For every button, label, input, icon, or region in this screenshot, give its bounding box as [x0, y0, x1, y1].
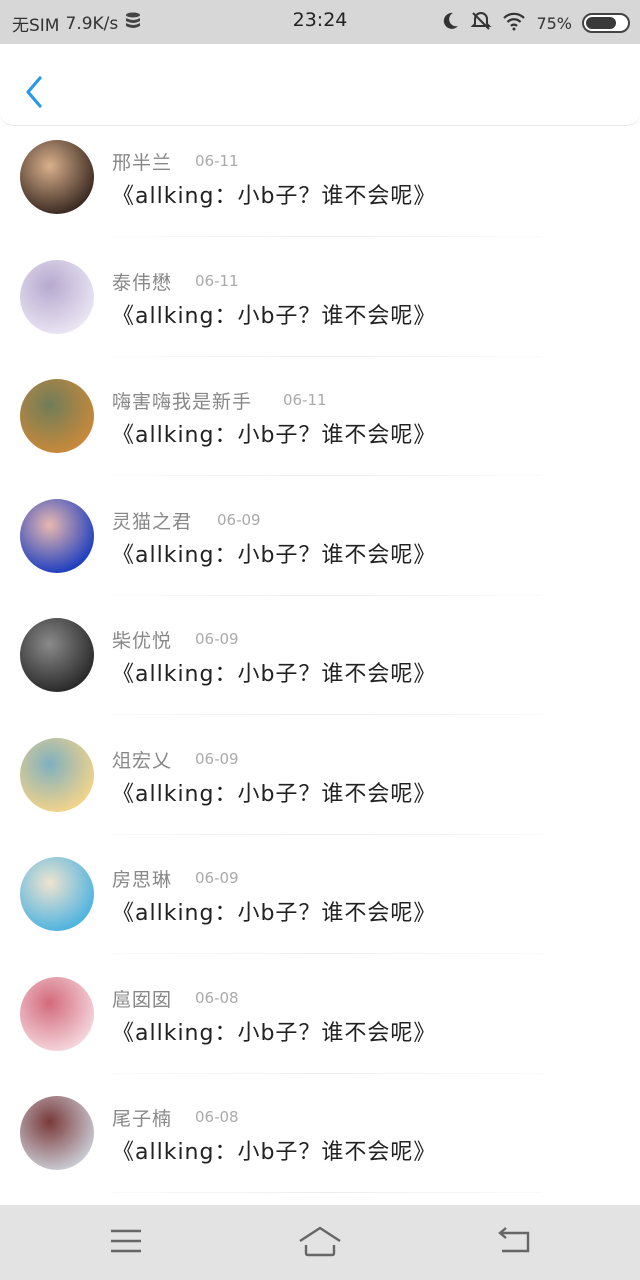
- message-list: 邢半兰 06-11 《allking：小b子？谁不会呢》 泰伟懋 06-11 《allki…: [0, 126, 640, 1204]
- divider: [112, 236, 542, 237]
- message-item[interactable]: 嗨害嗨我是新手 06-11 《allking：小b子？谁不会呢》: [0, 365, 640, 485]
- divider: [112, 714, 542, 715]
- message-text: 《allking：小b子？谁不会呢》: [112, 662, 437, 687]
- message-item[interactable]: 房思琳 06-09 《allking：小b子？谁不会呢》: [0, 843, 640, 963]
- message-text: 《allking：小b子？谁不会呢》: [112, 901, 437, 926]
- avatar[interactable]: [20, 498, 94, 573]
- menu-key[interactable]: [103, 1221, 149, 1261]
- divider: [112, 355, 542, 357]
- message-date: 06-11: [195, 271, 239, 290]
- avatar[interactable]: [20, 140, 94, 214]
- battery-percent: 75%: [536, 13, 572, 33]
- back-key[interactable]: [492, 1221, 538, 1261]
- message-item[interactable]: 灵猫之君 06-09 《allking：小b子？谁不会呢》: [0, 485, 640, 605]
- status-bar: 无SIM 7.9K/s 23:24 75%: [0, 0, 640, 44]
- divider: [112, 833, 542, 835]
- message-date: 06-09: [217, 510, 261, 529]
- message-date: 06-08: [195, 1108, 239, 1126]
- divider: [112, 953, 542, 954]
- sender-name: 扈囡囡: [112, 988, 173, 1011]
- message-item[interactable]: 俎宏乂 06-09 《allking：小b子？谁不会呢》: [0, 724, 640, 844]
- status-right: 75%: [440, 10, 630, 36]
- message-item[interactable]: 尾子楠 06-08 《allking：小b子？谁不会呢》: [0, 1082, 640, 1202]
- message-text: 《allking：小b子？谁不会呢》: [112, 542, 437, 568]
- message-item[interactable]: 扈囡囡 06-08 《allking：小b子？谁不会呢》: [0, 963, 640, 1083]
- divider: [112, 594, 542, 596]
- sender-name: 房思琳: [112, 869, 173, 891]
- message-text: 《allking：小b子？谁不会呢》: [112, 1020, 437, 1046]
- message-text: 《allking：小b子？谁不会呢》: [112, 303, 437, 329]
- sender-name: 嗨害嗨我是新手: [112, 391, 253, 413]
- divider: [112, 1072, 542, 1074]
- divider: [112, 1192, 542, 1193]
- sender-name: 邢半兰: [112, 152, 173, 174]
- message-item[interactable]: 柴优悦 06-09 《allking：小b子？谁不会呢》: [0, 604, 640, 724]
- home-icon: [299, 1226, 341, 1257]
- avatar[interactable]: [20, 737, 94, 812]
- divider: [112, 475, 542, 476]
- return-icon: [498, 1227, 530, 1253]
- avatar[interactable]: [20, 259, 94, 334]
- battery-fill: [586, 17, 616, 29]
- message-date: 06-11: [195, 152, 239, 170]
- home-key[interactable]: [296, 1221, 344, 1261]
- sender-name: 尾子楠: [112, 1108, 173, 1130]
- message-text: 《allking：小b子？谁不会呢》: [112, 423, 437, 448]
- message-item[interactable]: 邢半兰 06-11 《allking：小b子？谁不会呢》: [0, 126, 640, 246]
- back-button[interactable]: [18, 74, 52, 110]
- avatar[interactable]: [20, 976, 94, 1051]
- moon-icon: [440, 11, 460, 35]
- menu-icon: [111, 1229, 141, 1253]
- message-date: 06-09: [195, 630, 239, 648]
- message-text: 《allking：小b子？谁不会呢》: [112, 184, 437, 209]
- avatar[interactable]: [20, 618, 94, 692]
- system-nav-bar: [0, 1205, 640, 1280]
- message-date: 06-11: [283, 391, 327, 409]
- message-date: 06-08: [195, 988, 239, 1007]
- message-date: 06-09: [195, 869, 239, 887]
- avatar[interactable]: [20, 857, 94, 931]
- avatar[interactable]: [20, 379, 94, 453]
- sender-name: 柴优悦: [112, 630, 173, 652]
- top-nav-bar: [0, 44, 640, 126]
- avatar[interactable]: [20, 1096, 94, 1170]
- sender-name: 泰伟懋: [112, 271, 173, 294]
- message-text: 《allking：小b子？谁不会呢》: [112, 1140, 437, 1165]
- mute-bell-icon: [470, 10, 492, 36]
- message-text: 《allking：小b子？谁不会呢》: [112, 781, 437, 807]
- sender-name: 灵猫之君: [112, 510, 193, 533]
- chevron-left-icon: [26, 76, 42, 108]
- sender-name: 俎宏乂: [112, 749, 173, 772]
- message-item[interactable]: 泰伟懋 06-11 《allking：小b子？谁不会呢》: [0, 246, 640, 366]
- battery-icon: [582, 13, 630, 33]
- message-date: 06-09: [195, 749, 239, 768]
- wifi-icon: [502, 11, 526, 35]
